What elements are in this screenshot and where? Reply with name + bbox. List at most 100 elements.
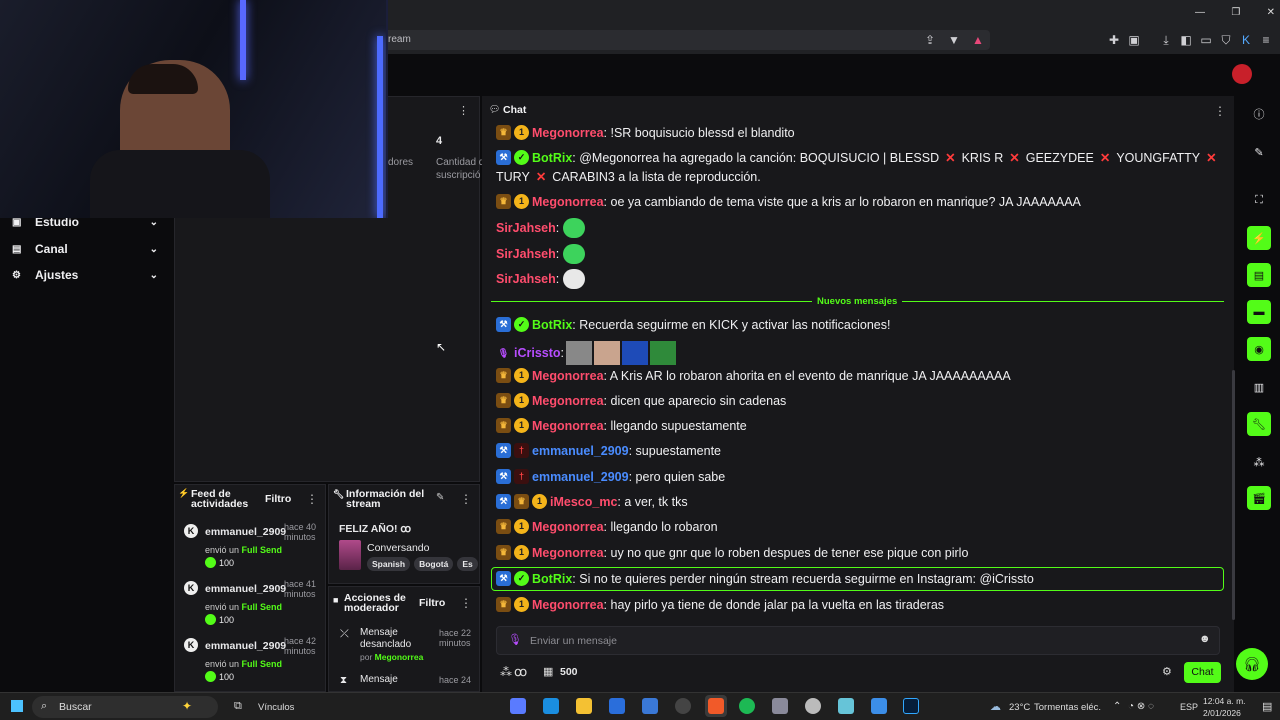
close-window-button[interactable]: ✕ (1267, 7, 1275, 21)
wrench-icon[interactable]: 🔧︎ (1247, 412, 1271, 436)
tray-apps-icon[interactable]: ◔ ⊗ ◌ (1128, 701, 1154, 712)
tray-chevron-icon[interactable]: ⌃ (1113, 701, 1121, 712)
share-icon[interactable]: ⇪ (922, 33, 938, 47)
sidebar-item-ajustes[interactable]: ⚙ Ajustes ⌄ (12, 265, 162, 285)
app-icon[interactable] (871, 698, 887, 714)
feed-user[interactable]: emmanuel_2909 (205, 526, 286, 538)
task-view-icon[interactable]: ⧉ (234, 700, 242, 713)
send-chat-button[interactable]: Chat (1184, 662, 1221, 683)
brave-rewards-icon[interactable]: ▲ (970, 33, 986, 47)
pencil-icon[interactable]: ✎ (1247, 140, 1271, 164)
chat-username[interactable]: emmanuel_2909 (532, 444, 629, 458)
spotify-icon[interactable] (739, 698, 755, 714)
notifications-icon[interactable]: ▤ (1262, 700, 1272, 713)
clock-date[interactable]: 2/01/2026 (1203, 708, 1241, 718)
extensions-icon[interactable]: ✚ (1106, 33, 1122, 48)
info-menu-icon[interactable]: ⋮ (460, 492, 472, 506)
lightning-icon[interactable]: ⚡ (1247, 226, 1271, 250)
chat-username[interactable]: iMesco_mc (550, 495, 617, 509)
chat-username[interactable]: Megonorrea (532, 369, 604, 383)
store-icon[interactable]: ▦ (543, 665, 553, 678)
new-messages-label: Nuevos mensajes (817, 296, 898, 307)
chat-username[interactable]: BotRix (532, 572, 572, 586)
chat-username[interactable]: emmanuel_2909 (532, 470, 629, 484)
links-label[interactable]: Vínculos (258, 702, 294, 713)
app-icon[interactable] (772, 698, 788, 714)
sidebar-icon[interactable]: ◧ (1178, 33, 1194, 48)
tag[interactable]: Spanish (367, 557, 411, 571)
store-app-icon[interactable] (609, 698, 625, 714)
fullscreen-icon[interactable]: ⛶ (1247, 188, 1271, 212)
feed-time: minutos (284, 589, 316, 599)
mail-icon[interactable] (642, 698, 658, 714)
edge-icon[interactable] (543, 698, 559, 714)
chat-username[interactable]: Megonorrea (532, 598, 604, 612)
panel-menu-icon[interactable]: ⋮ (458, 104, 469, 117)
maximize-button[interactable]: ❐ (1231, 7, 1240, 21)
community-icon[interactable]: ⁂ (1247, 450, 1271, 474)
chat-username[interactable]: SirJahseh (496, 221, 556, 235)
points-icon[interactable]: ⁂ (500, 665, 512, 679)
chat-username[interactable]: Megonorrea (532, 419, 604, 433)
chat-username[interactable]: Megonorrea (532, 520, 604, 534)
mod-filter-button[interactable]: Filtro (419, 597, 445, 609)
app-icon[interactable] (838, 698, 854, 714)
chat-username[interactable]: iCrissto (514, 346, 561, 360)
mod-action-line: desanclado (360, 639, 412, 650)
feed-menu-icon[interactable]: ⋮ (306, 492, 318, 506)
screenshot-icon[interactable]: ▣ (1126, 33, 1142, 48)
mod-menu-icon[interactable]: ⋮ (460, 596, 472, 610)
copilot-app-icon[interactable] (510, 698, 526, 714)
clock-time[interactable]: 12:04 a. m. (1203, 696, 1246, 706)
cross-icon: ✕ (945, 151, 956, 165)
document-icon[interactable]: ▤ (1247, 263, 1271, 287)
sidebar-item-canal[interactable]: ▤ Canal ⌄ (12, 239, 162, 259)
avatar[interactable] (1232, 64, 1252, 84)
kick-extension-icon[interactable]: K (1238, 33, 1254, 48)
chat-scrollbar[interactable] (1232, 370, 1235, 620)
chat-username[interactable]: Megonorrea (532, 394, 604, 408)
feed-filter-button[interactable]: Filtro (265, 493, 291, 505)
cross-icon: ✕ (1009, 151, 1020, 165)
support-icon[interactable]: 🎧︎ (1236, 648, 1268, 680)
language-label[interactable]: ESP (1180, 702, 1198, 712)
category-name[interactable]: Conversando (367, 542, 429, 554)
menu-icon[interactable]: ≡ (1258, 33, 1274, 48)
feed-user[interactable]: emmanuel_2909 (205, 640, 286, 652)
chat-username[interactable]: Megonorrea (532, 546, 604, 560)
broadcast-icon[interactable]: ◉ (1247, 337, 1271, 361)
chat-username[interactable]: Megonorrea (532, 126, 604, 140)
feed-user[interactable]: emmanuel_2909 (205, 583, 286, 595)
photoshop-icon[interactable] (903, 698, 919, 714)
settings-app-icon[interactable] (805, 698, 821, 714)
chat-username[interactable]: SirJahseh (496, 272, 556, 286)
address-bar[interactable]: ream (380, 30, 990, 50)
chat-username[interactable]: BotRix (532, 318, 572, 332)
clapperboard-icon[interactable]: 🎬︎ (1247, 486, 1271, 510)
info-icon[interactable]: ⓘ (1247, 102, 1271, 126)
settings-icon[interactable]: ⚙ (1162, 665, 1172, 678)
mic-icon: 🎙︎ (508, 634, 522, 646)
brave-shield-icon[interactable]: ▼ (946, 33, 962, 47)
chat-username[interactable]: Megonorrea (532, 195, 604, 209)
download-icon[interactable]: ⤓ (1158, 33, 1174, 48)
mod-badge-icon: ⚒ (496, 317, 511, 332)
vpn-icon[interactable]: ⛉ (1218, 33, 1234, 48)
obs-icon[interactable] (675, 698, 691, 714)
windows-start-icon[interactable] (11, 700, 23, 712)
edit-icon[interactable]: ✎ (436, 492, 444, 503)
layout-icon[interactable]: ▥ (1247, 375, 1271, 399)
chat-bubble-icon[interactable]: ▬ (1247, 300, 1271, 324)
tag[interactable]: Bogotá (414, 557, 454, 571)
minimize-button[interactable]: — (1195, 7, 1205, 21)
chat-menu-icon[interactable]: ⋮ (1214, 104, 1226, 118)
chat-text: : A Kris AR lo robaron ahorita en el eve… (603, 368, 1011, 383)
file-explorer-icon[interactable] (576, 698, 592, 714)
wallet-icon[interactable]: ▭ (1198, 33, 1214, 48)
emoji-icon[interactable]: ☻ (1199, 633, 1211, 645)
tag[interactable]: Es (457, 557, 478, 571)
chat-text: : (555, 272, 560, 286)
chat-username[interactable]: BotRix (532, 151, 572, 165)
infinite-label: ꝏ (514, 664, 528, 679)
chat-username[interactable]: SirJahseh (496, 247, 556, 261)
